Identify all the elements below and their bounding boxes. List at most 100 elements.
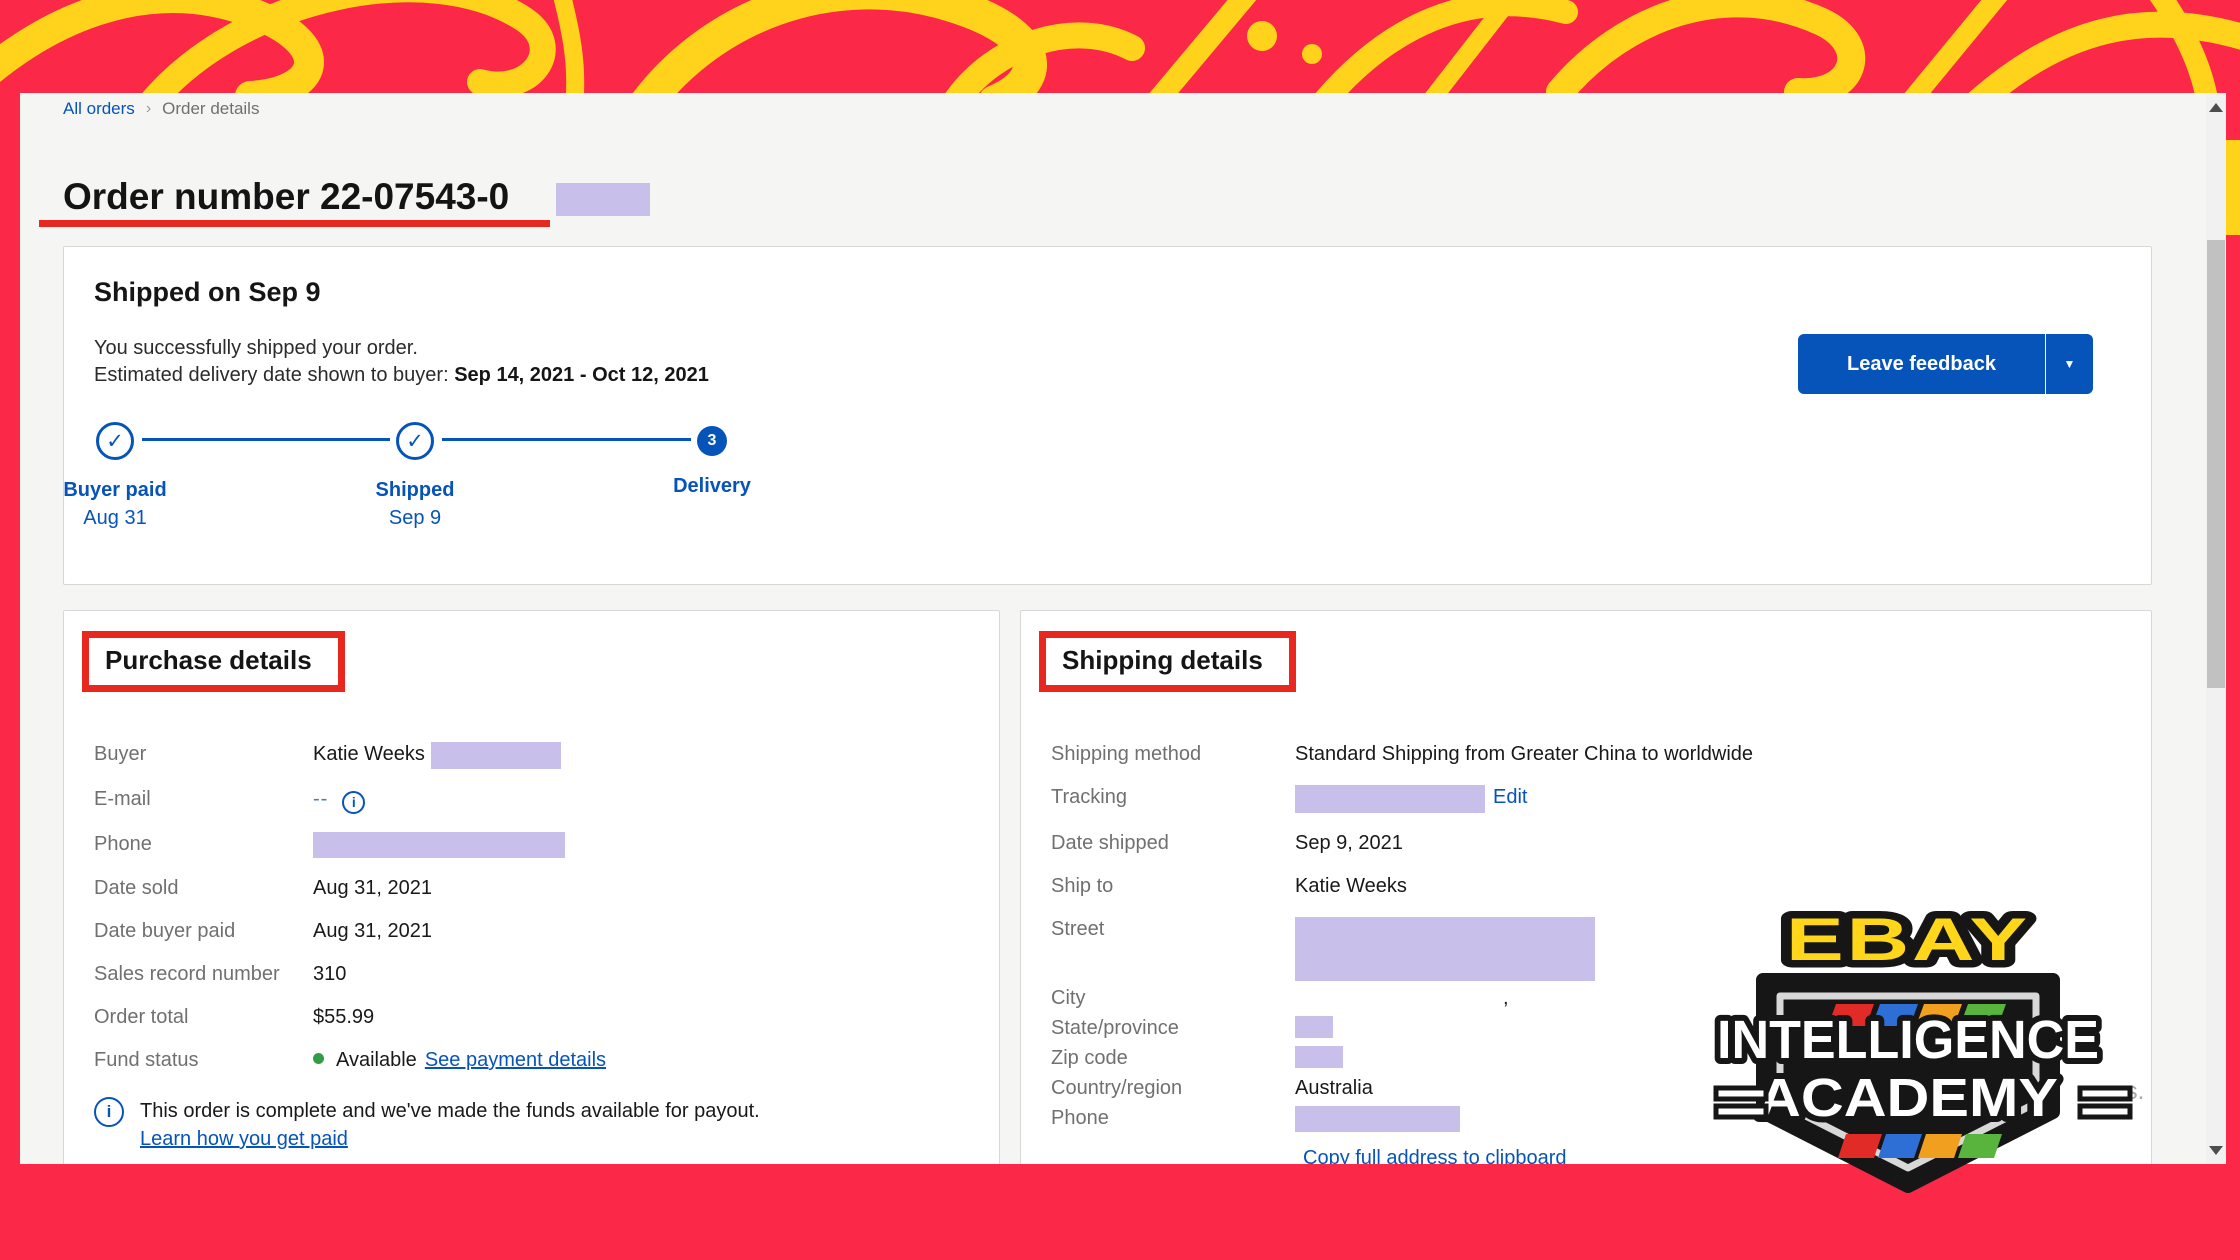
- triangle-up-icon: [2209, 103, 2223, 112]
- value-text: $55.99: [313, 1005, 374, 1030]
- row-label: Phone: [1051, 1106, 1295, 1132]
- row-value: --i: [313, 787, 365, 814]
- redacted-value: [1295, 785, 1485, 813]
- value-text: Sep 9, 2021: [1295, 831, 1403, 856]
- status-message-line2: Estimated delivery date shown to buyer: …: [94, 362, 709, 389]
- estimate-value: Sep 14, 2021 - Oct 12, 2021: [454, 364, 709, 386]
- detail-row: Date buyer paidAug 31, 2021: [94, 919, 969, 944]
- step-date-buyer-paid: Aug 31: [5, 507, 225, 530]
- bottom-banner: [0, 1164, 2240, 1260]
- value-text: Standard Shipping from Greater China to …: [1295, 742, 1753, 767]
- value-text: 310: [313, 962, 346, 987]
- payout-info-note: i This order is complete and we've made …: [94, 1097, 969, 1153]
- brush-swirls-graphic: [0, 0, 2240, 93]
- redacted-value: [1295, 1106, 1460, 1132]
- redacted-value: [1295, 917, 1595, 981]
- purchase-details-heading: Purchase details: [105, 645, 312, 675]
- row-link[interactable]: See payment details: [425, 1048, 606, 1073]
- detail-row: Street: [1051, 917, 2121, 981]
- shipping-details-rows: Shipping methodStandard Shipping from Gr…: [1051, 742, 2121, 1171]
- row-value: [1295, 1106, 1460, 1132]
- row-value: $55.99: [313, 1005, 374, 1030]
- detail-row: BuyerKatie Weeks: [94, 742, 969, 769]
- leave-feedback-split-button: Leave feedback ▼: [1798, 334, 2093, 394]
- row-value: [1295, 917, 1595, 981]
- value-text: Available: [336, 1048, 417, 1073]
- row-label: Phone: [94, 832, 313, 858]
- detail-row: Tracking Edit: [1051, 785, 2121, 813]
- row-label: Date shipped: [1051, 831, 1295, 856]
- row-value: Katie Weeks: [1295, 874, 1407, 899]
- vertical-scrollbar[interactable]: [2206, 93, 2226, 1164]
- detail-row: E-mail--i: [94, 787, 969, 814]
- step-label-buyer-paid: Buyer paid: [5, 479, 225, 502]
- redacted-value: [431, 742, 561, 769]
- shipping-status-card: Shipped on Sep 9 You successfully shippe…: [63, 246, 2152, 585]
- chevron-down-icon[interactable]: ▼: [2046, 334, 2093, 394]
- row-label: Date buyer paid: [94, 919, 313, 944]
- row-value: Sep 9, 2021: [1295, 831, 1403, 856]
- status-dot: [313, 1053, 324, 1064]
- leave-feedback-button[interactable]: Leave feedback: [1798, 334, 2045, 394]
- row-label: Tracking: [1051, 785, 1295, 813]
- detail-row: Sales record number310: [94, 962, 969, 987]
- row-value: Available See payment details: [313, 1048, 606, 1073]
- value-text: Aug 31, 2021: [313, 876, 432, 901]
- step-label-shipped: Shipped: [305, 479, 525, 502]
- row-value: [313, 832, 565, 858]
- shipping-details-card: Shipping details Shipping methodStandard…: [1020, 610, 2152, 1172]
- value-text: Aug 31, 2021: [313, 919, 432, 944]
- value-text: Australia: [1295, 1076, 1373, 1101]
- tracker-line: [442, 438, 691, 441]
- detail-row: Ship toKatie Weeks: [1051, 874, 2121, 899]
- detail-row: Date shippedSep 9, 2021: [1051, 831, 2121, 856]
- row-label: Zip code: [1051, 1046, 1295, 1071]
- detail-row: City,: [1051, 986, 2121, 1011]
- scroll-down-button[interactable]: [2206, 1138, 2226, 1162]
- row-value: 310: [313, 962, 346, 987]
- step-complete-check-icon: ✓: [96, 422, 134, 460]
- row-label: Shipping method: [1051, 742, 1295, 767]
- row-label: State/province: [1051, 1016, 1295, 1041]
- row-value: Standard Shipping from Greater China to …: [1295, 742, 1753, 767]
- scroll-up-button[interactable]: [2206, 95, 2226, 119]
- row-label: Ship to: [1051, 874, 1295, 899]
- triangle-down-icon: [2209, 1146, 2223, 1155]
- row-link[interactable]: Edit: [1493, 785, 1527, 810]
- row-label: Country/region: [1051, 1076, 1295, 1101]
- info-icon[interactable]: i: [342, 791, 365, 814]
- detail-row: Shipping methodStandard Shipping from Gr…: [1051, 742, 2121, 767]
- row-label: Fund status: [94, 1048, 313, 1073]
- row-value: Aug 31, 2021: [313, 876, 432, 901]
- row-label: Sales record number: [94, 962, 313, 987]
- detail-row: Zip code: [1051, 1046, 2121, 1071]
- left-border-strip: [0, 93, 20, 1164]
- breadcrumb-all-orders-link[interactable]: All orders: [63, 99, 135, 119]
- chevron-right-icon: ›: [146, 100, 151, 118]
- row-value: Aug 31, 2021: [313, 919, 432, 944]
- row-label: Order total: [94, 1005, 313, 1030]
- row-value: [1295, 1046, 1343, 1071]
- detail-row: Date soldAug 31, 2021: [94, 876, 969, 901]
- page-title: Order number 22-07543-0: [63, 176, 509, 218]
- row-value: [1295, 1016, 1333, 1041]
- detail-row: Phone: [94, 832, 969, 858]
- status-message-line1: You successfully shipped your order.: [94, 335, 709, 362]
- annotation-underline: [39, 220, 550, 227]
- row-label: Buyer: [94, 742, 313, 769]
- yellow-accent: [2226, 140, 2240, 235]
- detail-row: Fund status Available See payment details: [94, 1048, 969, 1073]
- row-label: Street: [1051, 917, 1295, 981]
- row-label: Date sold: [94, 876, 313, 901]
- learn-how-paid-link[interactable]: Learn how you get paid: [140, 1128, 348, 1150]
- row-label: E-mail: [94, 787, 313, 814]
- purchase-details-card: Purchase details BuyerKatie Weeks E-mail-…: [63, 610, 1000, 1172]
- annotation-box: Shipping details: [1039, 631, 1296, 692]
- annotation-box: Purchase details: [82, 631, 345, 692]
- redacted-order-number: [556, 183, 650, 216]
- info-icon[interactable]: i: [94, 1097, 124, 1127]
- status-message: You successfully shipped your order. Est…: [94, 335, 709, 389]
- detail-row: State/province: [1051, 1016, 2121, 1041]
- detail-row: Country/regionAustralia: [1051, 1076, 2121, 1101]
- scrollbar-thumb[interactable]: [2207, 240, 2225, 688]
